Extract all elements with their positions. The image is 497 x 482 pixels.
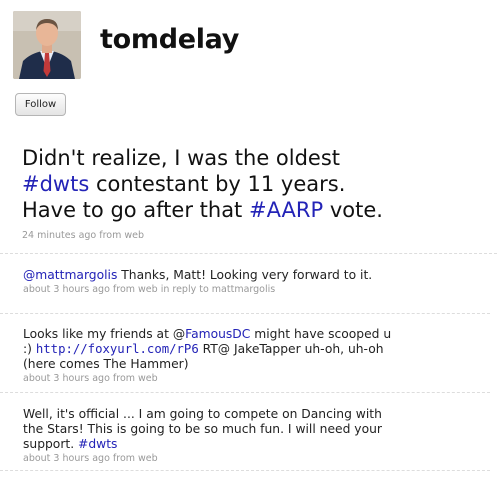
status-line-2-text: contestant by 11 years. — [89, 172, 346, 196]
mention-link[interactable]: FamousDC — [185, 327, 250, 341]
avatar[interactable] — [13, 11, 81, 79]
tweet-text: Well, it's official ... I am going to co… — [23, 407, 480, 452]
tweet-body: might have scooped u — [250, 327, 392, 341]
profile-photo — [13, 11, 81, 79]
status-line-3-prefix: Have to go after that — [22, 198, 249, 222]
latest-status: Didn't realize, I was the oldest #dwts c… — [22, 145, 492, 241]
tweet-meta: about 3 hours ago from web — [23, 453, 158, 464]
timeline: @mattmargolis Thanks, Matt! Looking very… — [0, 253, 497, 471]
mention-link[interactable]: @mattmargolis — [23, 268, 117, 282]
hashtag-link-aarp[interactable]: #AARP — [249, 198, 323, 222]
profile-username: tomdelay — [100, 24, 240, 55]
latest-status-meta: 24 minutes ago from web — [22, 230, 145, 241]
tweet-body: the Stars! This is going to be so much f… — [23, 422, 382, 436]
tweet: Looks like my friends at @FamousDC might… — [0, 314, 490, 393]
tweet: Well, it's official ... I am going to co… — [0, 393, 490, 471]
tweet-text: @mattmargolis Thanks, Matt! Looking very… — [23, 268, 480, 283]
tweet-body: (here comes The Hammer) — [23, 357, 189, 371]
follow-button[interactable]: Follow — [15, 93, 66, 116]
tweet-body: support. — [23, 437, 79, 451]
status-line-3-suffix: vote. — [323, 198, 383, 222]
tweet-text: Looks like my friends at @FamousDC might… — [23, 327, 480, 372]
latest-status-text: Didn't realize, I was the oldest #dwts c… — [22, 145, 492, 223]
tweet-meta: about 3 hours ago from web — [23, 373, 158, 384]
status-line-1: Didn't realize, I was the oldest — [22, 146, 341, 170]
url-link[interactable]: http://foxyurl.com/rP6 — [36, 342, 199, 356]
tweet: @mattmargolis Thanks, Matt! Looking very… — [0, 254, 490, 314]
tweet-body: RT@ JakeTapper uh-oh, uh-oh — [198, 342, 384, 356]
tweet-body: Well, it's official ... I am going to co… — [23, 407, 382, 421]
hashtag-link-dwts[interactable]: #dwts — [78, 437, 117, 451]
hashtag-link-dwts[interactable]: #dwts — [22, 172, 89, 196]
tweet-body: :) — [23, 342, 36, 356]
tweet-meta: about 3 hours ago from web in reply to m… — [23, 284, 276, 295]
tweet-body: Thanks, Matt! Looking very forward to it… — [117, 268, 373, 282]
tweet-body: Looks like my friends at @ — [23, 327, 186, 341]
